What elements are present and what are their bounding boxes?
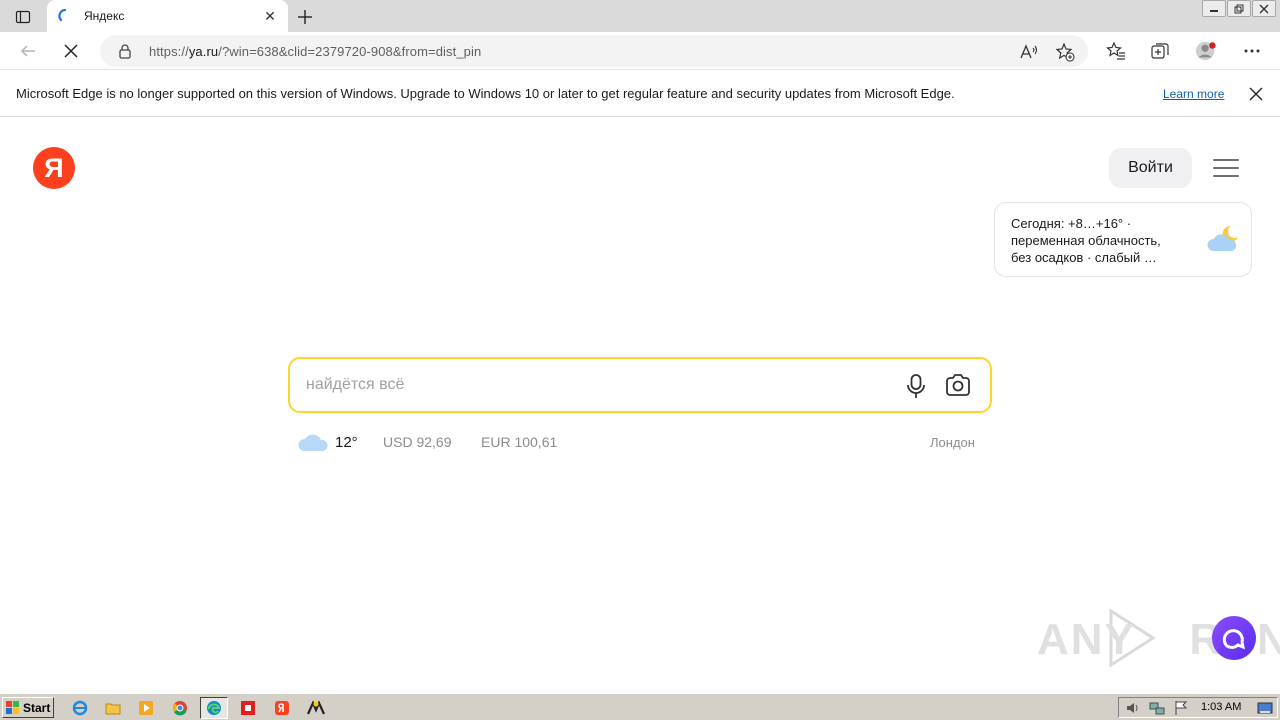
collections-button[interactable] — [1149, 40, 1171, 62]
taskbar-yandex-music[interactable] — [302, 697, 330, 719]
close-icon — [1249, 87, 1263, 101]
alice-icon — [1222, 629, 1246, 650]
stop-loading-button[interactable] — [57, 37, 85, 65]
alice-assistant-button[interactable] — [1212, 616, 1256, 660]
chrome-icon — [173, 701, 187, 716]
read-aloud-button[interactable] — [1018, 41, 1040, 63]
taskbar-yandex[interactable] — [268, 697, 296, 719]
restore-icon — [1234, 4, 1244, 13]
cloud-moon-icon — [1207, 225, 1238, 251]
folder-icon — [105, 703, 121, 715]
url-host: ya.ru — [188, 44, 219, 59]
tab-yandex[interactable]: Яндекс ✕ — [47, 0, 288, 32]
menu-line-icon — [1213, 167, 1239, 169]
tab-strip: Яндекс ✕ — [0, 0, 1280, 32]
browser-toolbar: https://ya.ru/?win=638&clid=2379720-908&… — [0, 32, 1280, 70]
tab-title: Яндекс — [84, 9, 125, 23]
more-dots-icon — [1244, 49, 1260, 53]
window-controls — [1202, 0, 1276, 18]
close-window-button[interactable] — [1252, 0, 1276, 17]
start-label: Start — [23, 700, 51, 715]
url-text[interactable]: https://ya.ru/?win=638&clid=2379720-908&… — [149, 44, 481, 59]
edge-icon — [207, 701, 221, 715]
login-button[interactable]: Войти — [1109, 148, 1192, 188]
usd-rate[interactable]: USD 92,69 — [383, 434, 451, 450]
tab-close-icon[interactable]: ✕ — [262, 8, 278, 24]
taskbar-ie[interactable] — [66, 697, 94, 719]
taskbar-chrome[interactable] — [166, 697, 194, 719]
url-path: /?win=638&clid=2379720-908&from=dist_pin — [218, 44, 482, 59]
favorites-icon — [1106, 41, 1125, 60]
taskbar-clock[interactable]: 1:03 AM — [1201, 701, 1241, 713]
start-button[interactable]: Start — [2, 697, 54, 718]
menu-line-icon — [1213, 159, 1239, 161]
internet-explorer-icon — [72, 700, 88, 716]
weather-line-2: переменная облачность, — [1011, 233, 1161, 248]
close-icon — [1259, 4, 1269, 13]
tab-actions-icon — [15, 10, 31, 24]
plus-icon — [298, 10, 312, 24]
loading-spinner-icon — [58, 8, 67, 22]
city-name[interactable]: Лондон — [930, 435, 975, 450]
address-bar[interactable]: https://ya.ru/?win=638&clid=2379720-908&… — [100, 35, 1088, 67]
weather-line-3: без осадков · слабый … — [1011, 250, 1157, 265]
star-add-icon — [1055, 42, 1075, 62]
back-arrow-icon — [20, 45, 35, 57]
infobar-message: Microsoft Edge is no longer supported on… — [16, 86, 955, 101]
search-input[interactable] — [306, 373, 886, 397]
minimize-icon — [1210, 9, 1218, 12]
weather-line-1: Сегодня: +8…+16° · — [1011, 216, 1132, 231]
add-favorite-button[interactable] — [1054, 41, 1076, 63]
red-app-icon — [241, 701, 255, 715]
minimize-button[interactable] — [1202, 0, 1226, 17]
favorites-button[interactable] — [1105, 40, 1127, 62]
back-button[interactable] — [14, 37, 42, 65]
taskbar-app-red[interactable] — [234, 697, 262, 719]
hamburger-menu-button[interactable] — [1211, 155, 1241, 181]
collections-icon — [1151, 43, 1169, 59]
volume-icon[interactable] — [1125, 700, 1141, 716]
search-box — [288, 357, 992, 413]
weather-forecast-card[interactable]: Сегодня: +8…+16° · переменная облачность… — [994, 202, 1252, 277]
cloud-icon[interactable] — [298, 430, 330, 454]
windows-taskbar: Start 1:03 AM — [0, 693, 1280, 720]
url-scheme: https:// — [149, 44, 189, 59]
system-tray: 1:03 AM — [1118, 697, 1278, 718]
taskbar-media-player[interactable] — [132, 697, 160, 719]
learn-more-link[interactable]: Learn more — [1163, 87, 1224, 101]
taskbar-explorer[interactable] — [99, 697, 127, 719]
weather-temperature[interactable]: 12° — [335, 434, 358, 451]
new-tab-button[interactable] — [294, 6, 316, 28]
microphone-icon[interactable] — [903, 372, 929, 400]
network-icon[interactable] — [1149, 700, 1165, 716]
read-aloud-icon — [1020, 44, 1038, 59]
browser-window: Яндекс ✕ https://ya.ru/?win=638&clid=237… — [0, 0, 1280, 720]
stop-x-icon — [64, 44, 78, 58]
taskbar-edge[interactable] — [200, 697, 228, 719]
profile-avatar-icon — [1195, 41, 1216, 61]
informers-row: 12° USD 92,69 EUR 100,61 Лондон — [298, 430, 988, 456]
profile-button[interactable] — [1195, 40, 1217, 62]
settings-more-button[interactable] — [1241, 40, 1263, 62]
unsupported-os-infobar: Microsoft Edge is no longer supported on… — [0, 71, 1280, 117]
eur-rate[interactable]: EUR 100,61 — [481, 434, 557, 450]
media-player-icon — [139, 701, 153, 715]
flag-icon[interactable] — [1173, 700, 1189, 716]
menu-line-icon — [1213, 175, 1239, 177]
tab-actions-button[interactable] — [10, 6, 36, 28]
yandex-logo[interactable]: Я — [33, 147, 75, 189]
yandex-browser-icon — [275, 701, 289, 715]
show-desktop-icon[interactable] — [1257, 700, 1273, 716]
music-app-icon — [307, 700, 325, 715]
lock-icon[interactable] — [117, 43, 133, 59]
camera-search-icon[interactable] — [944, 372, 972, 400]
restore-button[interactable] — [1227, 0, 1251, 17]
windows-logo-icon — [6, 700, 19, 714]
infobar-close-button[interactable] — [1246, 84, 1266, 104]
